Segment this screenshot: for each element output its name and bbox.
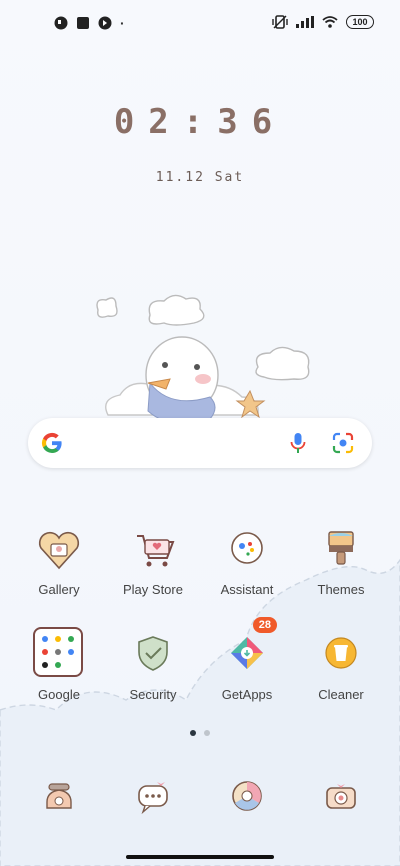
- cleaner-icon: [315, 627, 367, 679]
- app-security[interactable]: Security: [108, 627, 198, 702]
- browser-icon: [221, 770, 273, 822]
- status-right: 100: [272, 15, 374, 29]
- messages-icon: [127, 770, 179, 822]
- app-label: Cleaner: [318, 687, 364, 702]
- notification-icon-3: [98, 16, 112, 30]
- app-label: Gallery: [38, 582, 80, 597]
- google-logo-icon: [41, 432, 62, 454]
- notification-icon-2: [77, 17, 89, 29]
- app-label: Google: [38, 687, 80, 702]
- security-icon: [127, 627, 179, 679]
- folder-grid: [33, 627, 83, 677]
- app-google-folder[interactable]: Google: [14, 627, 104, 702]
- app-themes[interactable]: Themes: [296, 522, 386, 597]
- app-assistant[interactable]: Assistant: [202, 522, 292, 597]
- dock-messages[interactable]: [108, 770, 198, 822]
- lens-icon[interactable]: [332, 432, 354, 454]
- clock-time[interactable]: 02:36: [0, 102, 400, 142]
- app-cleaner[interactable]: Cleaner: [296, 627, 386, 702]
- camera-icon: [315, 770, 367, 822]
- app-label: GetApps: [221, 687, 273, 702]
- notification-badge: 28: [252, 617, 277, 633]
- app-label: Play Store: [123, 582, 183, 597]
- battery-indicator: 100: [346, 15, 374, 29]
- gesture-nav-bar[interactable]: [126, 855, 274, 859]
- page-indicator[interactable]: [0, 730, 400, 736]
- google-search-bar[interactable]: [28, 418, 372, 468]
- status-bar: · 100: [0, 0, 400, 44]
- notification-icon-1: [54, 16, 68, 30]
- mic-icon[interactable]: [290, 432, 306, 454]
- status-dot: ·: [120, 15, 125, 31]
- clock-date[interactable]: 11.12 Sat: [0, 170, 400, 185]
- dock-camera[interactable]: [296, 770, 386, 822]
- page-dot-1[interactable]: [190, 730, 196, 736]
- page-dot-2[interactable]: [204, 730, 210, 736]
- gallery-icon: [33, 522, 85, 574]
- app-play-store[interactable]: Play Store: [108, 522, 198, 597]
- play-store-icon: [127, 522, 179, 574]
- phone-icon: [33, 770, 85, 822]
- getapps-icon: 28: [221, 617, 277, 679]
- app-gallery[interactable]: Gallery: [14, 522, 104, 597]
- dock-browser[interactable]: [202, 770, 292, 822]
- google-folder-icon: [33, 627, 85, 679]
- signal-icon: [296, 16, 314, 28]
- app-label: Themes: [317, 582, 365, 597]
- app-label: Assistant: [220, 582, 274, 597]
- themes-icon: [315, 522, 367, 574]
- dock-phone[interactable]: [14, 770, 104, 822]
- status-left: ·: [54, 15, 125, 31]
- wifi-icon: [322, 16, 338, 28]
- app-label: Security: [129, 687, 177, 702]
- vibrate-icon: [272, 15, 288, 29]
- app-getapps[interactable]: 28 GetApps: [202, 617, 292, 702]
- assistant-icon: [221, 522, 273, 574]
